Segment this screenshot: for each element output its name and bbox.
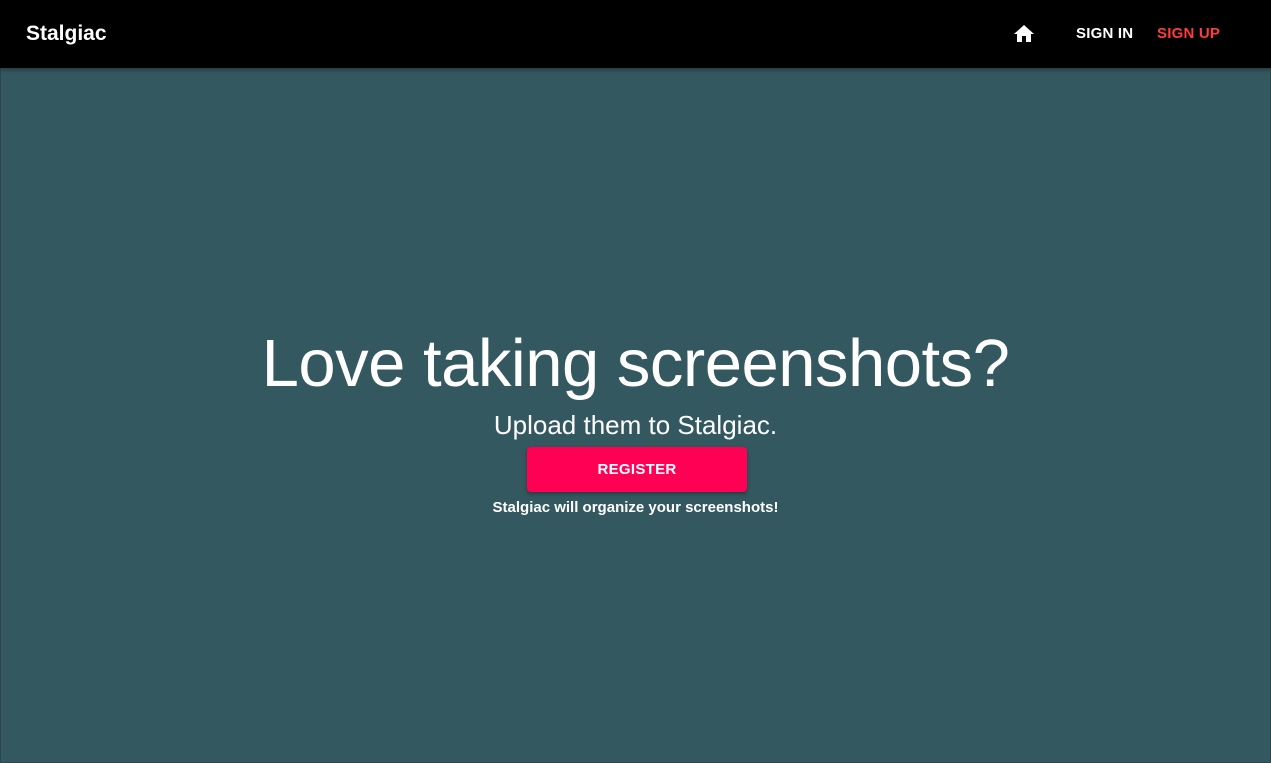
sign-in-link[interactable]: SIGN IN: [1076, 24, 1133, 44]
hero-caption: Stalgiac will organize your screenshots!: [492, 499, 779, 516]
home-icon[interactable]: [1012, 22, 1036, 46]
brand-title[interactable]: Stalgiac: [26, 20, 107, 48]
hero-title: Love taking screenshots?: [261, 326, 1010, 401]
register-button[interactable]: REGISTER: [527, 447, 747, 492]
app-bar: Stalgiac SIGN IN SIGN UP: [0, 0, 1271, 68]
sign-up-link[interactable]: SIGN UP: [1157, 24, 1220, 44]
hero-subtitle: Upload them to Stalgiac.: [493, 410, 778, 440]
